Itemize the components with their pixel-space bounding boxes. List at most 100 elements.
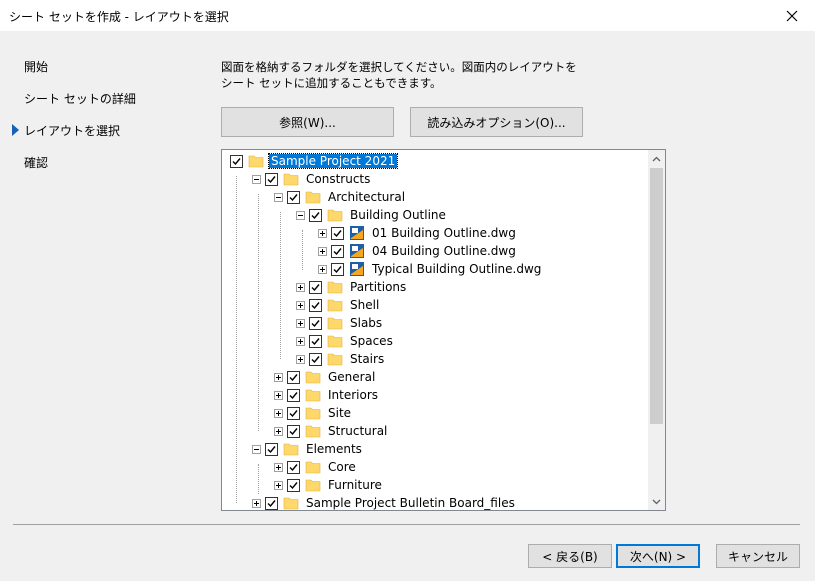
tree-node-label: Furniture [328,478,382,492]
tree-node[interactable]: Interiors [274,386,380,404]
tree-vertical-scrollbar[interactable] [648,150,665,510]
tree-node-label: Core [328,460,356,474]
node-checkbox[interactable] [287,406,300,420]
nav-item-select-layouts: レイアウトを選択 [24,124,121,138]
tree-node[interactable]: Shell [296,296,381,314]
expand-icon[interactable] [274,372,283,382]
tree-node[interactable]: 01 Building Outline.dwg [318,224,518,242]
tree-node[interactable]: 04 Building Outline.dwg [318,242,518,260]
tree-node[interactable]: Constructs [252,170,372,188]
node-checkbox[interactable] [265,496,278,510]
tree-node-label: Spaces [350,334,393,348]
expand-icon[interactable] [318,246,327,256]
collapse-icon[interactable] [274,192,283,202]
node-checkbox[interactable] [309,334,322,348]
node-checkbox[interactable] [287,370,300,384]
node-checkbox[interactable] [309,316,322,330]
expand-icon[interactable] [274,408,283,418]
node-checkbox[interactable] [287,424,300,438]
node-checkbox[interactable] [230,154,243,168]
dwg-file-icon [349,261,365,277]
checkmark-icon [267,175,276,183]
node-checkbox[interactable] [287,388,300,402]
node-checkbox[interactable] [287,478,300,492]
checkmark-icon [267,445,276,453]
node-checkbox[interactable] [309,298,322,312]
nav-item-start: 開始 [24,60,49,74]
node-checkbox[interactable] [331,262,344,276]
nav-item-confirm: 確認 [24,156,49,170]
expand-icon[interactable] [296,300,305,310]
tree-node[interactable]: General [274,368,377,386]
expand-icon[interactable] [318,264,327,274]
dwg-file-icon [349,225,365,241]
checkmark-icon [289,481,298,489]
expand-icon[interactable] [296,336,305,346]
node-checkbox[interactable] [331,226,344,240]
expand-icon[interactable] [274,390,283,400]
tree-line [302,230,303,270]
expand-icon[interactable] [252,498,261,508]
tree-node-label: Slabs [350,316,383,330]
expand-icon[interactable] [274,426,283,436]
tree-node[interactable]: Stairs [296,350,386,368]
node-checkbox[interactable] [287,460,300,474]
node-checkbox[interactable] [331,244,344,258]
tree-node-label: Constructs [306,172,371,186]
tree-node-label: Interiors [328,388,379,402]
expand-icon[interactable] [296,318,305,328]
browse-button[interactable]: 参照(W)... [221,107,394,137]
collapse-icon[interactable] [252,444,261,454]
tree-node[interactable]: Slabs [296,314,384,332]
tree-node[interactable]: Typical Building Outline.dwg [318,260,543,278]
folder-icon [305,388,321,402]
tree-node-label: General [328,370,376,384]
instructions-line-1: 図面を格納するフォルダを選択してください。図面内のレイアウトを [221,60,577,74]
back-button[interactable]: < 戻る(B) [528,544,612,568]
scroll-down-button[interactable] [648,493,665,510]
expand-icon[interactable] [296,354,305,364]
folder-icon [305,478,321,492]
node-checkbox[interactable] [265,442,278,456]
checkmark-icon [289,373,298,381]
tree-node[interactable]: Partitions [296,278,408,296]
tree-node[interactable]: Architectural [274,188,407,206]
tree-node[interactable]: Sample Project Bulletin Board_files [252,494,517,510]
expand-icon[interactable] [296,282,305,292]
instructions-line-2: シート セットに追加することもできます。 [221,76,442,90]
tree-node[interactable]: Sample Project 2021 [230,152,399,170]
node-checkbox[interactable] [309,208,322,222]
expand-icon[interactable] [274,462,283,472]
node-checkbox[interactable] [309,352,322,366]
node-checkbox[interactable] [287,190,300,204]
tree-node[interactable]: Core [274,458,358,476]
import-options-button[interactable]: 読み込みオプション(O)... [410,107,583,137]
scroll-thumb[interactable] [650,168,663,424]
tree-node[interactable]: Building Outline [296,206,448,224]
next-button[interactable]: 次へ(N) > [616,544,700,568]
tree-node[interactable]: Furniture [274,476,384,494]
close-button[interactable] [769,0,815,31]
tree-node[interactable]: Spaces [296,332,395,350]
node-checkbox[interactable] [265,172,278,186]
expand-icon[interactable] [318,228,327,238]
tree-node[interactable]: Structural [274,422,389,440]
folder-tree[interactable]: Sample Project 2021 Constructs Architectur… [221,149,666,511]
tree-line [236,176,237,503]
node-checkbox[interactable] [309,280,322,294]
collapse-icon[interactable] [296,210,305,220]
expand-icon[interactable] [274,480,283,490]
tree-line [258,194,259,431]
checkmark-icon [311,301,320,309]
collapse-icon[interactable] [252,174,261,184]
checkmark-icon [333,229,342,237]
tree-node-label: Structural [328,424,388,438]
folder-icon [283,496,299,510]
folder-icon [327,298,343,312]
tree-node[interactable]: Site [274,404,353,422]
scroll-up-button[interactable] [648,150,665,167]
cancel-button[interactable]: キャンセル [716,544,800,568]
folder-icon [305,424,321,438]
checkmark-icon [311,355,320,363]
tree-node[interactable]: Elements [252,440,364,458]
